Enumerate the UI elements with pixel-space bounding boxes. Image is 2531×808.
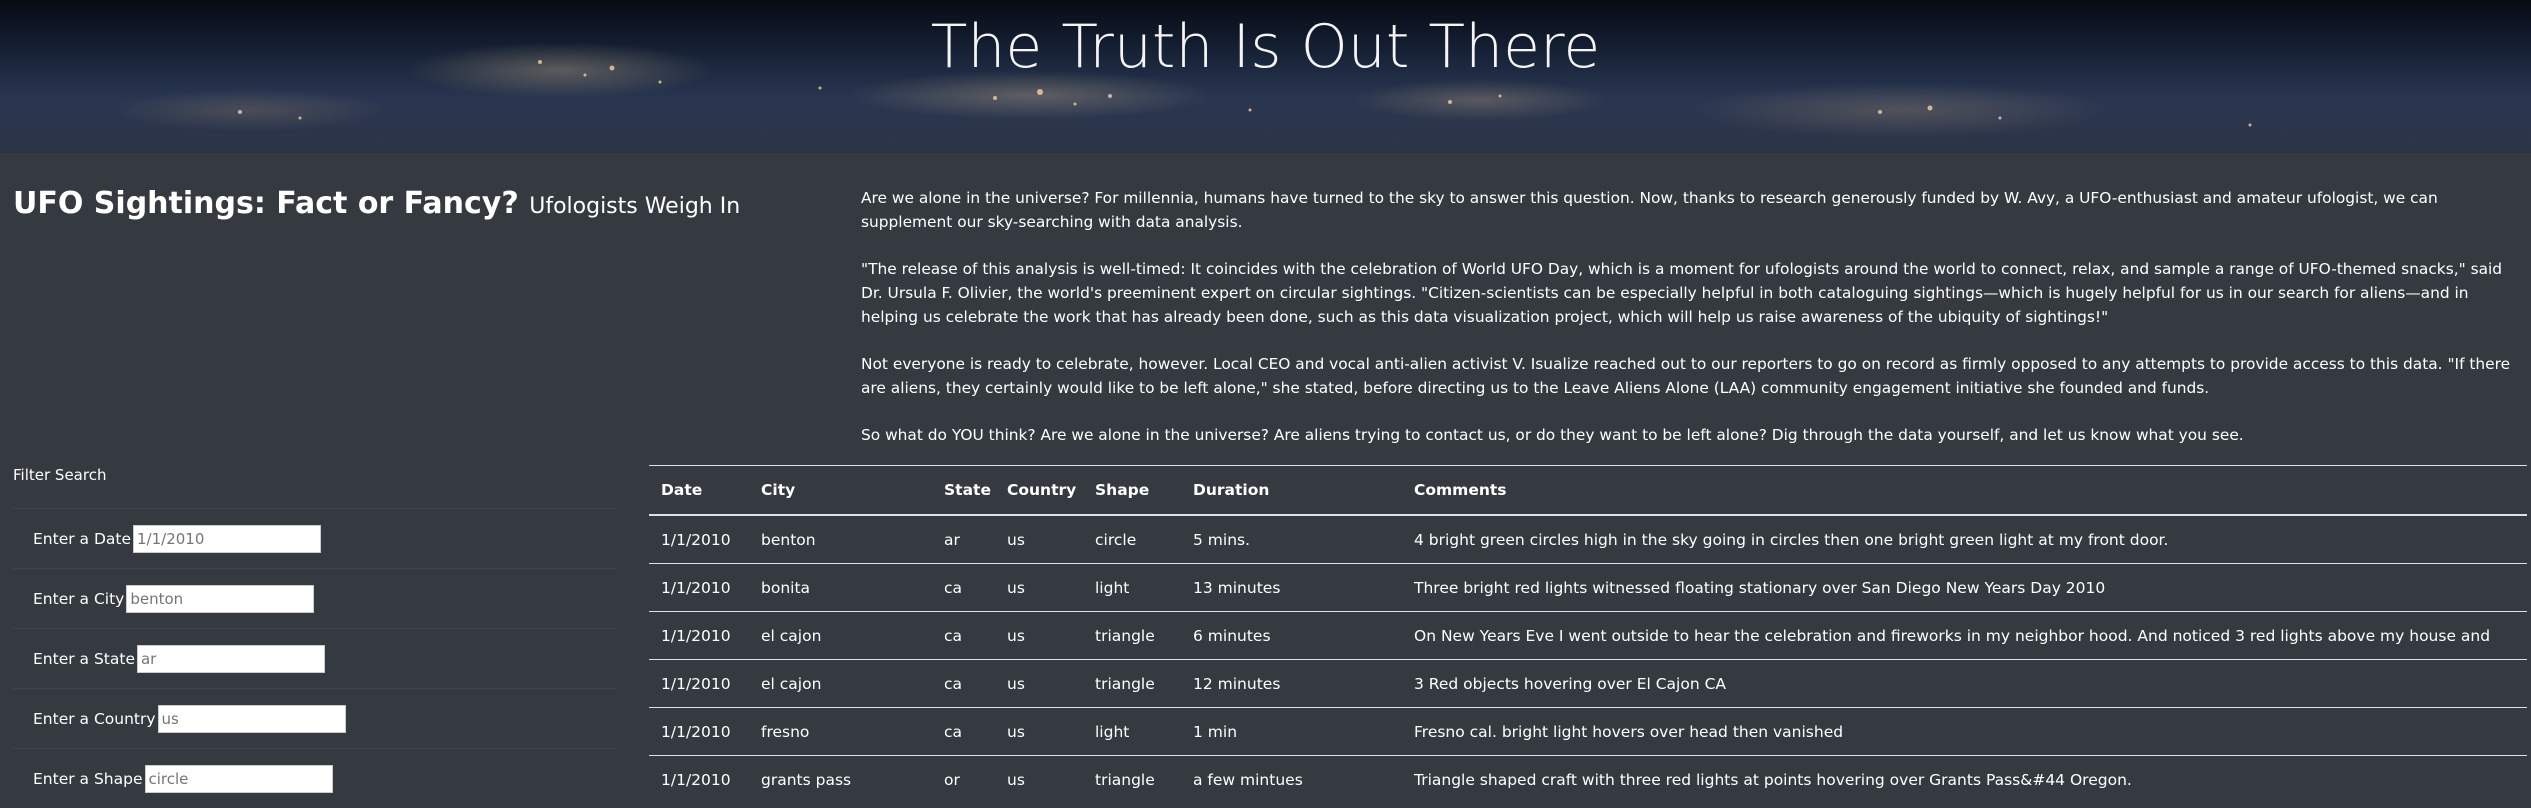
- filter-shape-row: Enter a Shape: [13, 748, 618, 808]
- cell-country: us: [995, 707, 1083, 756]
- sightings-table: Date City State Country Shape Duration C…: [649, 465, 2527, 803]
- article-paragraph: So what do YOU think? Are we alone in th…: [861, 426, 2244, 444]
- cell-duration: a few mintues: [1181, 755, 1402, 803]
- header-country: Country: [995, 465, 1083, 516]
- cell-country: us: [995, 659, 1083, 708]
- cell-country: us: [995, 611, 1083, 660]
- cell-shape: circle: [1095, 530, 1137, 549]
- state-label: Enter a State: [33, 649, 135, 668]
- cell-city: grants pass: [749, 755, 932, 803]
- cell-city: el cajon: [749, 659, 932, 708]
- shape-input[interactable]: [144, 764, 333, 793]
- table-row: 1/1/2010 bonita ca us light 13 minutes T…: [649, 563, 2527, 612]
- page-title: The Truth Is Out There: [930, 12, 1601, 82]
- cell-state: ca: [932, 611, 995, 660]
- cell-state: ca: [932, 563, 995, 612]
- cell-comments: 3 Red objects hovering over El Cajon CA: [1402, 659, 2527, 708]
- article-paragraph: Not everyone is ready to celebrate, howe…: [861, 355, 2511, 397]
- filter-heading: Filter Search: [13, 466, 107, 484]
- table-row: 1/1/2010 el cajon ca us triangle 6 minut…: [649, 611, 2527, 660]
- country-input[interactable]: [157, 704, 346, 733]
- filter-form: Enter a Date Enter a City Enter a State …: [13, 508, 618, 808]
- cell-shape: triangle: [1083, 659, 1181, 708]
- cell-country: us: [995, 563, 1083, 612]
- cell-city: benton: [761, 530, 816, 549]
- header-date: Date: [649, 465, 749, 516]
- cell-country: us: [1007, 530, 1025, 549]
- cell-city: bonita: [749, 563, 932, 612]
- cell-shape: light: [1083, 707, 1181, 756]
- filter-date-row: Enter a Date: [13, 508, 618, 568]
- country-label: Enter a Country: [33, 709, 156, 728]
- cell-duration: 6 minutes: [1181, 611, 1402, 660]
- city-input[interactable]: [126, 584, 315, 613]
- cell-state: ca: [932, 707, 995, 756]
- shape-label: Enter a Shape: [33, 769, 143, 788]
- intro-headline: UFO Sightings: Fact or Fancy?: [13, 186, 519, 221]
- table-row: 1/1/2010 benton ar us circle 5 mins. 4 b…: [649, 515, 2527, 564]
- cell-comments: On New Years Eve I went outside to hear …: [1402, 611, 2527, 660]
- cell-date: 1/1/2010: [661, 530, 731, 549]
- cell-shape: triangle: [1083, 755, 1181, 803]
- cell-comments: Fresno cal. bright light hovers over hea…: [1402, 707, 2527, 756]
- intro-title: UFO Sightings: Fact or Fancy? Ufologists…: [13, 186, 740, 221]
- cell-duration: 5 mins.: [1193, 530, 1251, 549]
- cell-state: or: [932, 755, 995, 803]
- sightings-table-container: Date City State Country Shape Duration C…: [649, 465, 2527, 803]
- cell-shape: triangle: [1083, 611, 1181, 660]
- cell-state: ca: [932, 659, 995, 708]
- table-row: 1/1/2010 el cajon ca us triangle 12 minu…: [649, 659, 2527, 708]
- cell-city: el cajon: [749, 611, 932, 660]
- filter-state-row: Enter a State: [13, 628, 618, 688]
- cell-city: fresno: [749, 707, 932, 756]
- table-header-row: Date City State Country Shape Duration C…: [649, 465, 2527, 516]
- cell-state: ar: [944, 530, 960, 549]
- header-duration: Duration: [1181, 465, 1402, 516]
- cell-comments: 4 bright green circles high in the sky g…: [1414, 530, 2169, 549]
- cell-comments: Triangle shaped craft with three red lig…: [1402, 755, 2527, 803]
- cell-duration: 12 minutes: [1181, 659, 1402, 708]
- cell-date: 1/1/2010: [649, 659, 749, 708]
- cell-comments: Three bright red lights witnessed floati…: [1402, 563, 2527, 612]
- table-row: 1/1/2010 fresno ca us light 1 min Fresno…: [649, 707, 2527, 756]
- header-shape: Shape: [1083, 465, 1181, 516]
- cell-date: 1/1/2010: [649, 707, 749, 756]
- state-input[interactable]: [136, 644, 325, 673]
- cell-date: 1/1/2010: [649, 611, 749, 660]
- article: Are we alone in the universe? For millen…: [861, 186, 2526, 470]
- hero-banner: The Truth Is Out There: [0, 0, 2531, 153]
- city-label: Enter a City: [33, 589, 125, 608]
- header-city: City: [749, 465, 932, 516]
- cell-duration: 1 min: [1181, 707, 1402, 756]
- intro-subtitle: Ufologists Weigh In: [529, 194, 741, 219]
- date-input[interactable]: [133, 524, 322, 553]
- cell-shape: light: [1083, 563, 1181, 612]
- article-paragraph: Are we alone in the universe? For millen…: [861, 189, 2438, 231]
- cell-country: us: [995, 755, 1083, 803]
- date-label: Enter a Date: [33, 529, 132, 548]
- header-state: State: [932, 465, 995, 516]
- filter-city-row: Enter a City: [13, 568, 618, 628]
- cell-date: 1/1/2010: [649, 563, 749, 612]
- table-row: 1/1/2010 grants pass or us triangle a fe…: [649, 755, 2527, 803]
- cell-date: 1/1/2010: [649, 755, 749, 803]
- header-comments: Comments: [1402, 465, 2527, 516]
- filter-country-row: Enter a Country: [13, 688, 618, 748]
- article-paragraph: "The release of this analysis is well-ti…: [861, 260, 2503, 326]
- cell-duration: 13 minutes: [1181, 563, 1402, 612]
